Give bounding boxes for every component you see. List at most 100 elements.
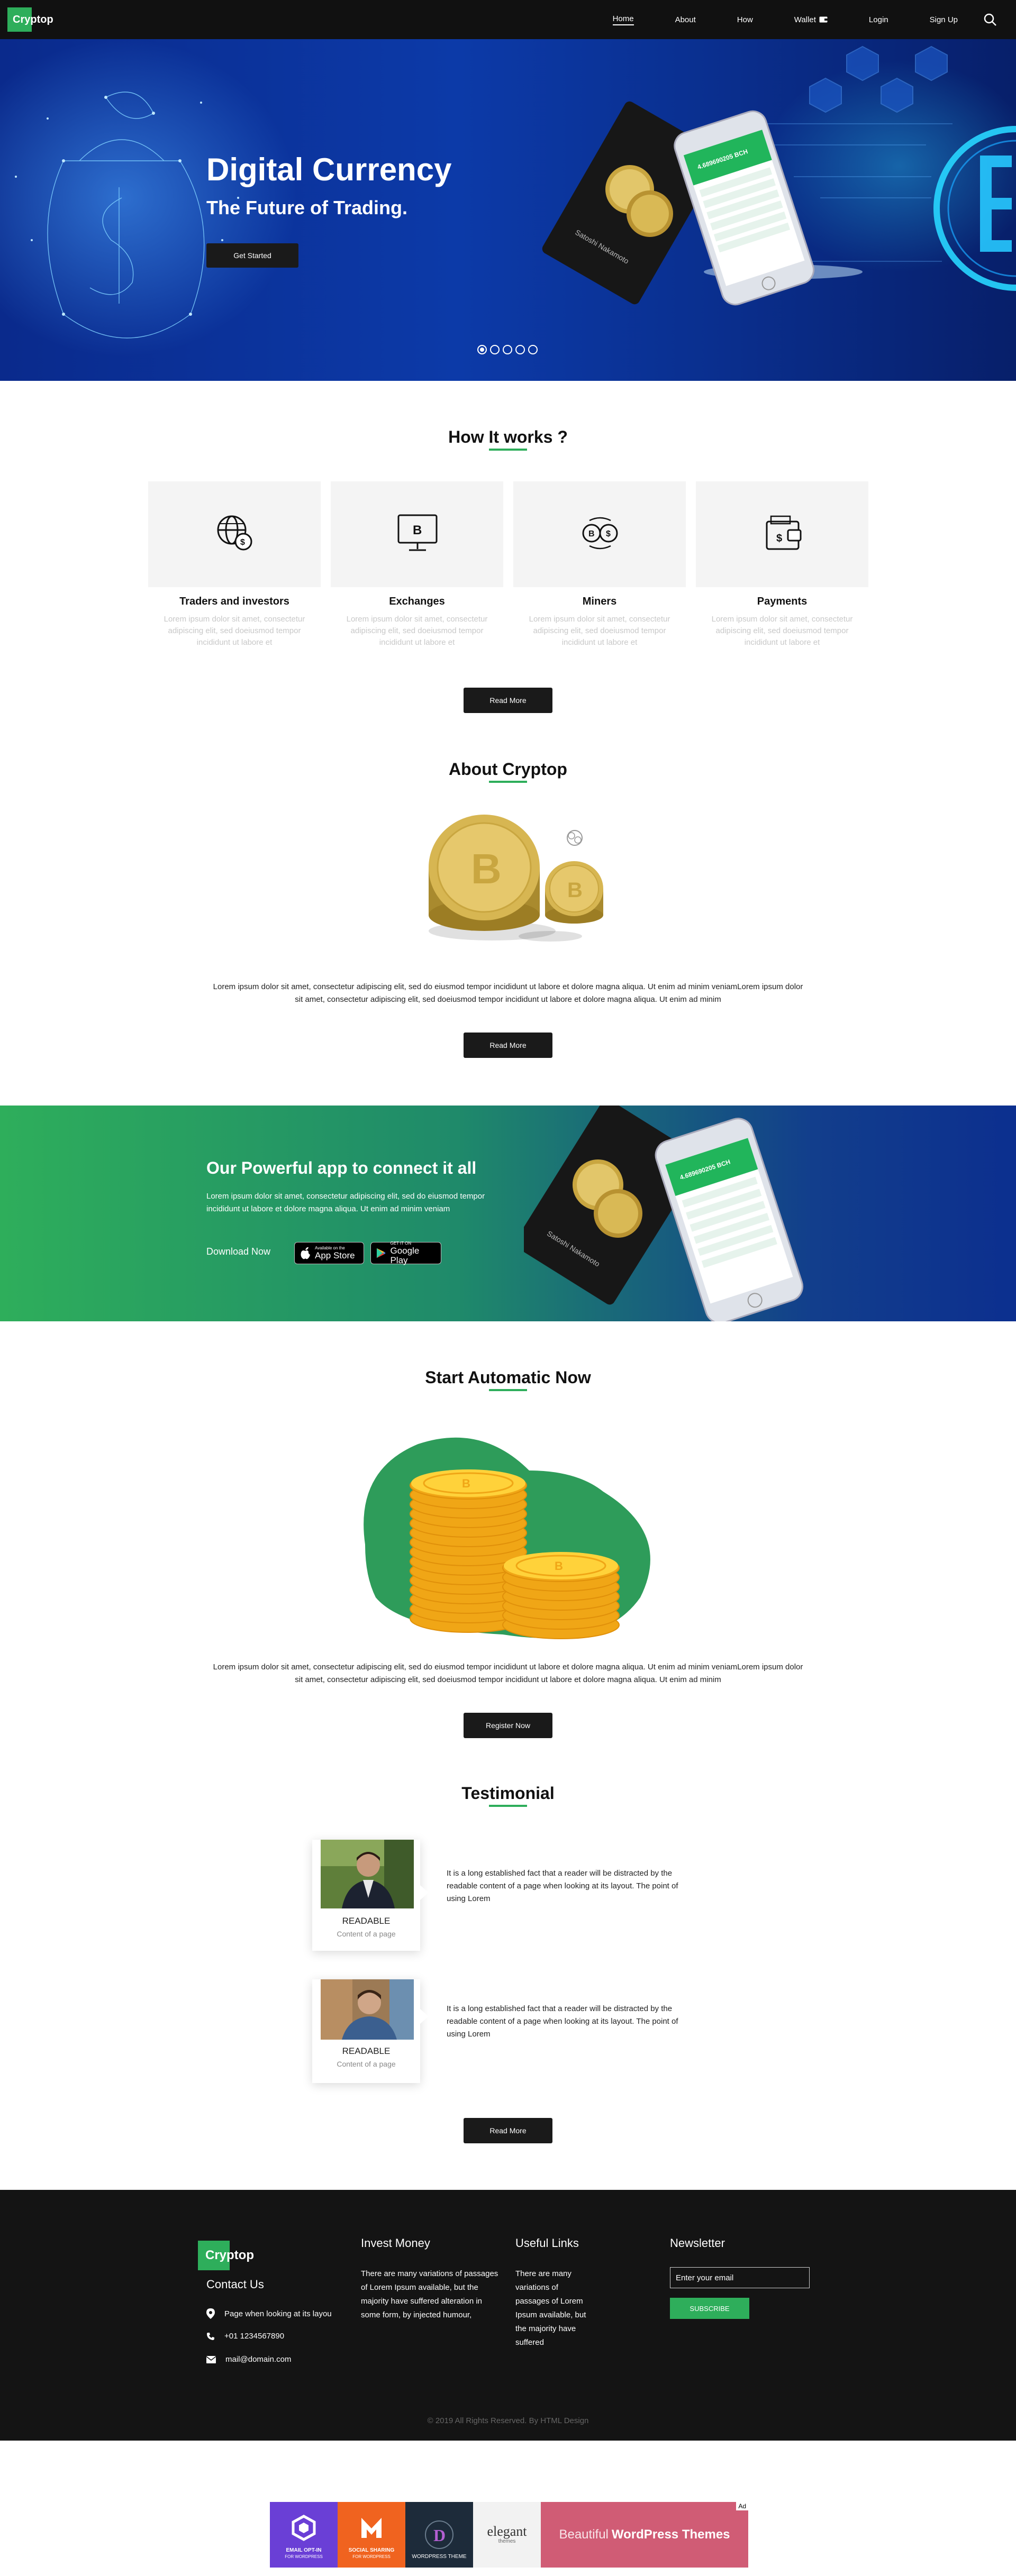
links-title: Useful Links <box>515 2236 579 2250</box>
nav-link-home[interactable]: Home <box>612 14 634 25</box>
google-play-button[interactable]: GET IT ON Google Play <box>370 1241 441 1265</box>
newsletter-email-input[interactable] <box>670 2267 810 2288</box>
ad-label: Ad <box>736 2502 748 2510</box>
card-miners[interactable]: B $ <box>513 481 686 587</box>
about-read-more-button[interactable]: Read More <box>464 1033 552 1058</box>
ad-tile-label: WORDPRESS THEME <box>412 2554 467 2560</box>
nav-link-login[interactable]: Login <box>869 15 888 24</box>
ad-tile-email-optin: EMAIL OPT-IN FOR WORDPRESS <box>270 2502 338 2568</box>
nav-link-about[interactable]: About <box>675 15 696 24</box>
footer-logo[interactable]: Cryptop <box>198 2241 254 2270</box>
hexagon-logo-icon <box>292 2515 316 2541</box>
location-pin-icon <box>206 2308 215 2319</box>
start-section-title: Start Automatic Now <box>425 1368 591 1387</box>
card-exchanges[interactable]: B <box>331 481 503 587</box>
logo-text: Cryptop <box>13 13 53 25</box>
ad-banner[interactable]: EMAIL OPT-IN FOR WORDPRESS SOCIAL SHARIN… <box>270 2502 748 2568</box>
card-text: Lorem ipsum dolor sit amet, consectetur … <box>346 615 488 647</box>
testimonial-name: READABLE <box>342 1916 391 1926</box>
svg-text:$: $ <box>240 538 245 547</box>
links-text: There are many variations of passages of… <box>515 2269 586 2347</box>
testimonial-title-underline <box>489 1805 527 1807</box>
avatar <box>321 1979 414 2040</box>
footer-email-text[interactable]: mail@domain.com <box>225 2355 291 2364</box>
card-payments[interactable]: $ <box>696 481 868 587</box>
svg-text:B: B <box>413 523 422 537</box>
testimonial-read-more-button[interactable]: Read More <box>464 2118 552 2143</box>
footer-logo-text: Cryptop <box>205 2248 254 2262</box>
start-text: Lorem ipsum dolor sit amet, consectetur … <box>213 1662 803 1684</box>
slider-dots <box>477 345 538 354</box>
slider-dot-1[interactable] <box>477 345 487 354</box>
nav-link-wallet-label: Wallet <box>794 15 816 24</box>
exchange-coins-icon: B $ <box>582 517 618 550</box>
testimonial-section-title: Testimonial <box>461 1784 555 1803</box>
svg-text:$: $ <box>776 533 782 544</box>
avatar <box>321 1840 414 1908</box>
nav-link-wallet[interactable]: Wallet <box>794 15 828 24</box>
envelope-icon <box>206 2355 216 2363</box>
card-title: Exchanges <box>389 596 445 607</box>
globe-dollar-icon: $ <box>217 515 252 551</box>
wallet-dollar-icon: $ <box>766 515 802 550</box>
nav-link-signup[interactable]: Sign Up <box>930 15 958 24</box>
slider-dot-4[interactable] <box>515 345 525 354</box>
get-started-button[interactable]: Get Started <box>206 243 298 268</box>
ad-tile-label: EMAIL OPT-IN <box>286 2547 322 2553</box>
card-title: Payments <box>757 596 808 607</box>
card-traders[interactable]: $ <box>148 481 321 587</box>
ad-tile-sublabel: themes <box>498 2538 516 2544</box>
card-pointer <box>420 1885 429 1900</box>
site-logo[interactable]: Cryptop <box>7 7 59 32</box>
svg-text:D: D <box>433 2526 446 2545</box>
search-icon[interactable] <box>983 13 997 26</box>
slider-dot-3[interactable] <box>503 345 512 354</box>
invest-title: Invest Money <box>361 2236 430 2250</box>
svg-text:B: B <box>567 879 583 902</box>
testimonial-name: READABLE <box>342 2046 391 2056</box>
hero-subtitle: The Future of Trading. <box>206 197 407 218</box>
slider-dot-2[interactable] <box>490 345 500 354</box>
ad-tile-elegant-themes: elegant themes <box>473 2502 541 2568</box>
hero-background-art: Satoshi Nakamoto 4.689690205 BCH <box>0 39 1016 357</box>
ad-tile-sublabel: FOR WORDPRESS <box>352 2554 391 2559</box>
how-read-more-button[interactable]: Read More <box>464 688 552 713</box>
slider-dot-5[interactable] <box>528 345 538 354</box>
ad-tile-sublabel: FOR WORDPRESS <box>285 2554 323 2559</box>
svg-text:B: B <box>555 1559 563 1573</box>
card-text: Lorem ipsum dolor sit amet, consectetur … <box>711 615 853 647</box>
how-section-title: How It works ? <box>448 427 568 446</box>
google-play-icon <box>376 1248 386 1258</box>
svg-text:B: B <box>588 529 595 538</box>
register-now-button[interactable]: Register Now <box>464 1713 552 1738</box>
subscribe-button[interactable]: SUBSCRIBE <box>670 2298 749 2319</box>
hero-title: Digital Currency <box>206 152 452 187</box>
contact-title: Contact Us <box>206 2278 264 2291</box>
footer-email: mail@domain.com <box>206 2355 291 2364</box>
testimonial-quote: It is a long established fact that a rea… <box>447 2004 678 2039</box>
d-logo-icon: D <box>425 2520 453 2549</box>
app-store-button[interactable]: Available on the App Store <box>294 1242 364 1264</box>
about-section-title: About Cryptop <box>449 760 567 779</box>
nav-link-how[interactable]: How <box>737 15 753 24</box>
testimonial-card: READABLE Content of a page <box>312 1979 429 2083</box>
card-title: Traders and investors <box>179 596 289 607</box>
download-label: Download Now <box>206 1246 271 1257</box>
m-logo-icon <box>361 2518 382 2538</box>
copyright-text: © 2019 All Rights Reserved. By HTML Desi… <box>427 2416 589 2425</box>
app-title: Our Powerful app to connect it all <box>206 1158 477 1177</box>
footer-address-text: Page when looking at its layou <box>224 2309 332 2318</box>
testimonial-card: READABLE Content of a page <box>312 1840 429 1951</box>
ad-tile-label: SOCIAL SHARING <box>348 2547 395 2553</box>
testimonial-role: Content of a page <box>337 2060 396 2068</box>
footer: Cryptop Contact Us Page when looking at … <box>0 2190 1016 2441</box>
how-title-underline <box>489 449 527 451</box>
apple-icon <box>301 1247 310 1259</box>
wallet-icon <box>819 16 828 23</box>
ad-headline-light: Beautiful <box>559 2527 609 2542</box>
card-text: Lorem ipsum dolor sit amet, consectetur … <box>164 615 305 647</box>
app-promo-band: Our Powerful app to connect it all Lorem… <box>0 1106 1016 1321</box>
invest-text: There are many variations of passages of… <box>361 2269 498 2319</box>
footer-phone: +01 1234567890 <box>206 2332 284 2341</box>
footer-phone-text[interactable]: +01 1234567890 <box>224 2332 284 2341</box>
